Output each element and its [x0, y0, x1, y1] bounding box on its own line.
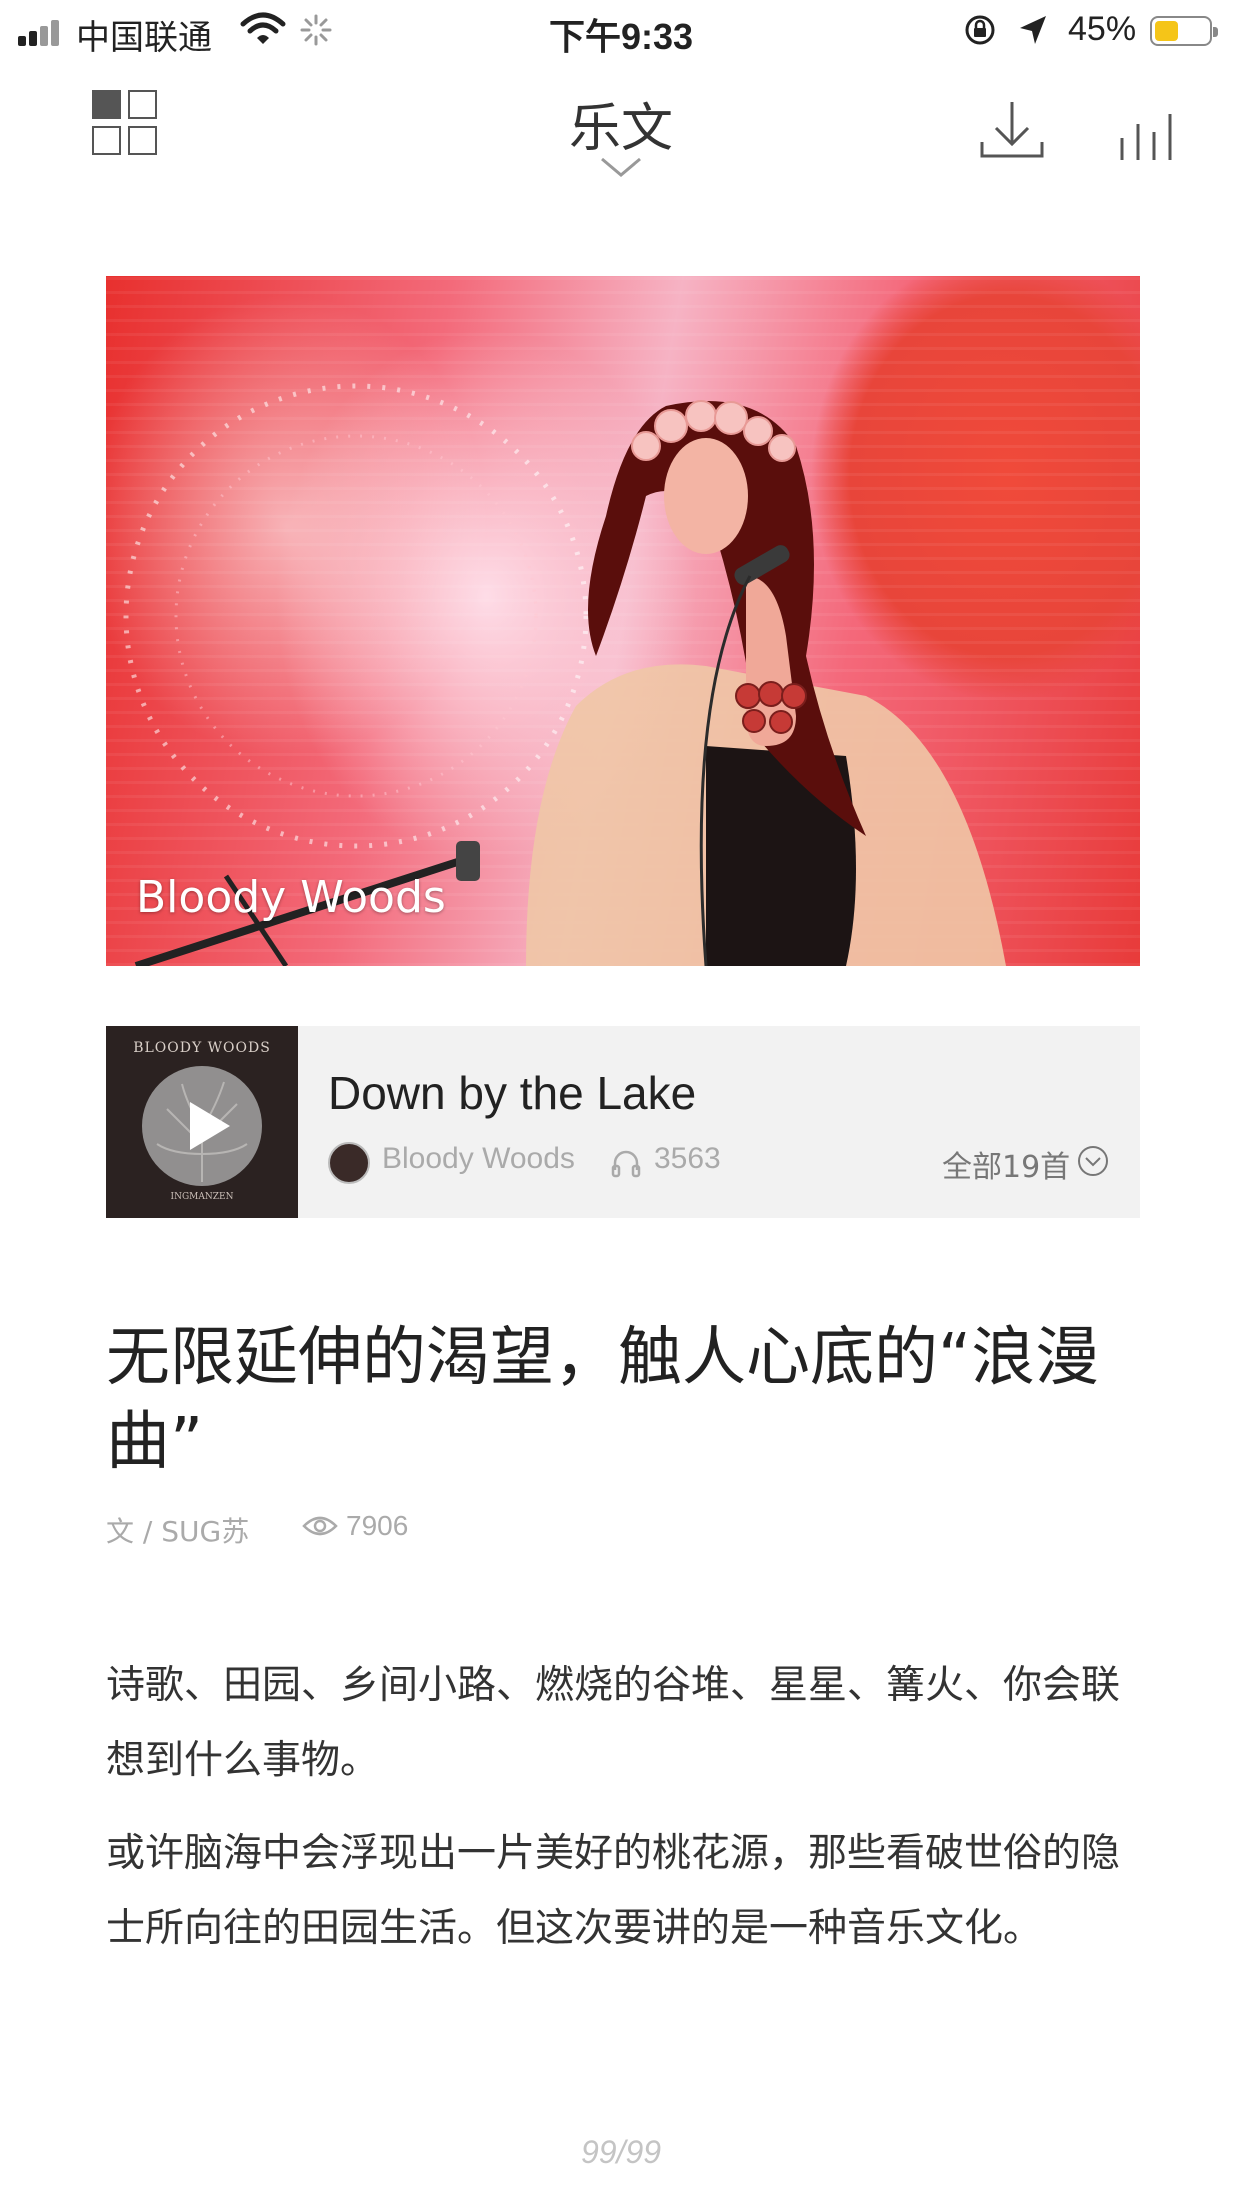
page-title[interactable]: 乐文 — [0, 86, 1242, 161]
battery-level — [1155, 21, 1178, 41]
album-cover-subtext: INGMANZEN — [170, 1192, 234, 1202]
location-arrow-icon — [1020, 16, 1046, 44]
eye-icon — [302, 1516, 338, 1536]
hero-image[interactable]: Bloody Woods — [106, 276, 1140, 966]
battery-percent: 45% — [1068, 10, 1137, 48]
chevron-down-icon[interactable] — [600, 156, 642, 178]
article-headline: 无限延伸的渴望，触人心底的“浪漫曲” — [106, 1321, 1100, 1479]
album-cover-text: BLOODY WOODS — [133, 1040, 271, 1056]
battery-icon — [1150, 16, 1218, 46]
article-paragraph: 诗歌、田园、乡间小路、燃烧的谷堆、星星、篝火、你会联想到什么事物。 — [106, 1663, 1121, 1783]
article-views: 7906 — [346, 1510, 409, 1541]
headphones-icon — [611, 1150, 641, 1178]
rotation-lock-icon — [965, 15, 995, 45]
article-paragraph: 或许脑海中会浮现出一片美好的桃花源，那些看破世俗的隐士所向往的田园生活。但这次要… — [106, 1831, 1121, 1951]
song-title[interactable]: Down by the Lake — [328, 1066, 696, 1120]
hero-caption: Bloody Woods — [136, 872, 446, 923]
artist-avatar — [328, 1142, 370, 1184]
download-icon[interactable] — [980, 98, 1044, 162]
artist-name[interactable]: Bloody Woods — [382, 1142, 575, 1176]
page-indicator: 99/99 — [580, 2134, 662, 2170]
album-cover[interactable]: BLOODY WOODS INGMANZEN — [106, 1026, 298, 1218]
status-bar: 中国联通 下午9:33 45% — [0, 0, 1242, 62]
play-button[interactable] — [142, 1066, 262, 1186]
singer-photo — [123, 383, 1006, 966]
all-songs-link[interactable]: 全部19首 — [942, 1142, 1070, 1186]
equalizer-icon[interactable] — [1118, 104, 1184, 160]
music-card[interactable]: BLOODY WOODS INGMANZEN Down by the Lake … — [106, 1026, 1140, 1218]
listen-count: 3563 — [654, 1142, 721, 1175]
chevron-down-circle-icon[interactable] — [1076, 1144, 1110, 1178]
article-author: 文 / SUG苏 — [106, 1515, 250, 1548]
clock: 下午9:33 — [548, 16, 694, 57]
